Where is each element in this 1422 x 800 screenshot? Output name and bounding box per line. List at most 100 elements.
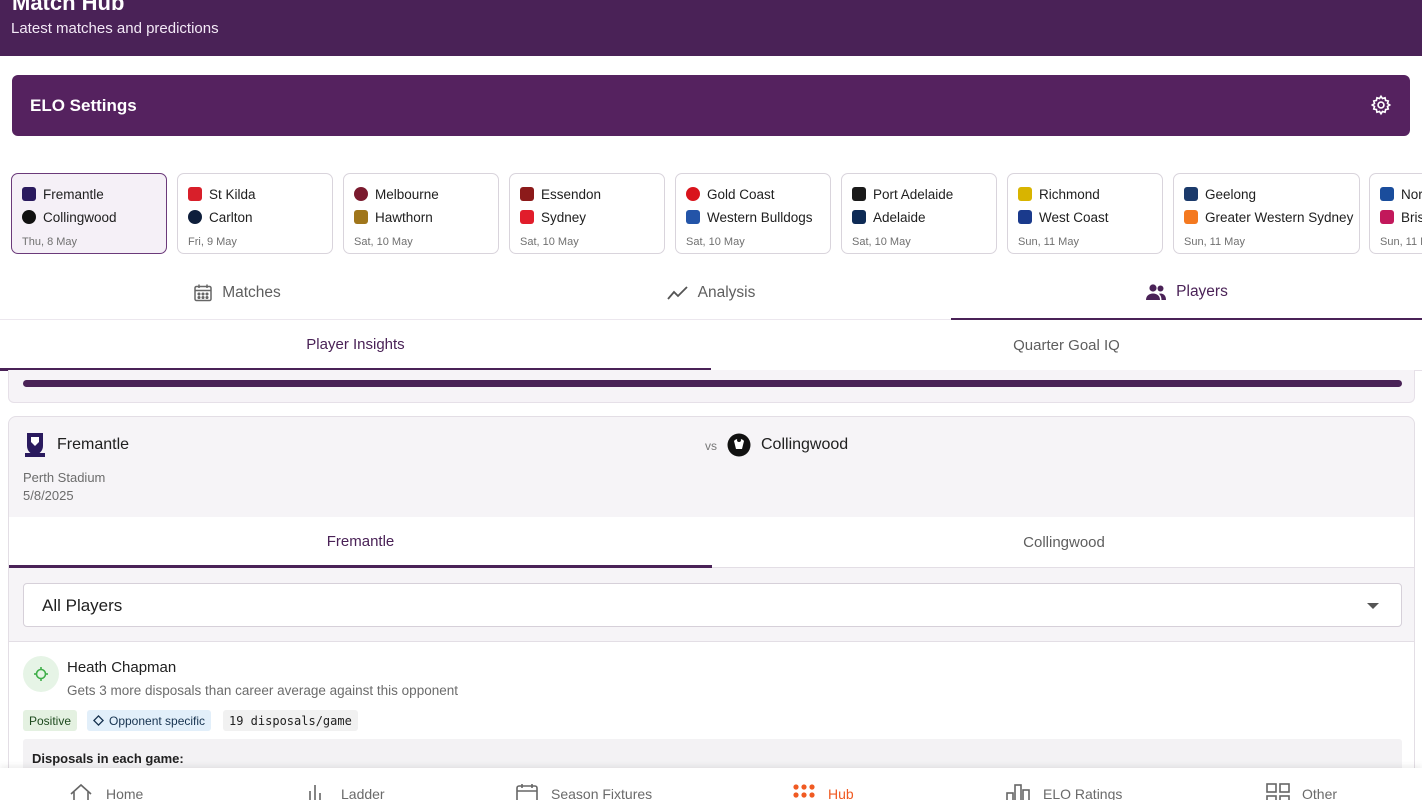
match-date: 5/8/2025 xyxy=(23,488,74,503)
tab-collingwood[interactable]: Collingwood xyxy=(712,517,1414,568)
nav-season-fixtures[interactable]: Season Fixtures xyxy=(515,782,652,800)
tab-label: Analysis xyxy=(697,283,756,301)
tab-label: Players xyxy=(1176,282,1228,300)
match-card[interactable]: Essendon Sydney Sat, 10 May xyxy=(509,173,665,254)
home-team-name: Fremantle xyxy=(57,436,130,453)
collingwood-logo-icon xyxy=(727,433,751,457)
team-logo-icon xyxy=(1184,210,1198,224)
team-logo-icon xyxy=(22,187,36,201)
nav-ladder[interactable]: Ladder xyxy=(307,782,385,800)
match-date: Sun, 11 May xyxy=(1184,236,1245,248)
tab-matches[interactable]: Matches xyxy=(0,265,474,320)
tab-fremantle[interactable]: Fremantle xyxy=(9,517,712,568)
team-logo-icon xyxy=(1184,187,1198,201)
nav-label: Season Fixtures xyxy=(551,786,653,800)
away-team: West Coast xyxy=(1039,209,1109,225)
people-icon xyxy=(1146,283,1167,300)
nav-label: Hub xyxy=(828,786,854,800)
away-team: Hawthorn xyxy=(375,209,433,225)
match-date: Sun, 11 May xyxy=(1018,236,1079,248)
team-logo-icon xyxy=(1018,187,1032,201)
gear-icon[interactable] xyxy=(1370,94,1392,116)
chevron-down-icon xyxy=(1367,603,1379,609)
grid-dots-icon xyxy=(793,784,815,798)
team-logo-icon xyxy=(188,187,202,201)
trend-line-icon xyxy=(666,285,688,300)
match-card[interactable]: St Kilda Carlton Fri, 9 May xyxy=(177,173,333,254)
nav-home[interactable]: Home xyxy=(68,782,143,800)
team-logo-icon xyxy=(852,210,866,224)
team-logo-icon xyxy=(520,187,534,201)
away-team-name: Collingwood xyxy=(761,436,849,453)
home-team: Essendon xyxy=(541,186,602,202)
home-team: Geelong xyxy=(1205,186,1257,202)
home-team: North Melbourne xyxy=(1401,186,1422,202)
away-team: Adelaide xyxy=(873,209,926,225)
diamond-icon xyxy=(93,715,104,726)
tab-quarter-goal-iq[interactable]: Quarter Goal IQ xyxy=(711,320,1422,371)
tab-player-insights[interactable]: Player Insights xyxy=(0,320,711,371)
home-team: Port Adelaide xyxy=(873,186,954,202)
calendar-icon xyxy=(516,784,538,800)
elo-settings-bar[interactable]: ELO Settings xyxy=(12,75,1410,136)
tab-players[interactable]: Players xyxy=(951,265,1422,320)
target-icon xyxy=(23,656,59,692)
calendar-icon xyxy=(194,284,212,301)
team-logo-icon xyxy=(354,210,368,224)
match-card[interactable]: Geelong Greater Western Sydney Sun, 11 M… xyxy=(1173,173,1360,254)
match-date: Sat, 10 May xyxy=(520,236,579,248)
ladder-chart-icon xyxy=(309,785,321,800)
match-card[interactable]: Melbourne Hawthorn Sat, 10 May xyxy=(343,173,499,254)
away-team: Sydney xyxy=(541,209,587,225)
team-logo-icon xyxy=(22,210,36,224)
team-logo-icon xyxy=(354,187,368,201)
home-team-header: Fremantle xyxy=(23,431,129,459)
match-date: Sat, 10 May xyxy=(686,236,745,248)
nav-hub[interactable]: Hub xyxy=(792,782,854,800)
player-name: Heath Chapman xyxy=(67,659,177,676)
nav-label: ELO Ratings xyxy=(1043,786,1123,800)
team-logo-icon xyxy=(686,187,700,201)
nav-elo-ratings[interactable]: ELO Ratings xyxy=(1005,782,1122,800)
team-logo-icon xyxy=(1380,210,1394,224)
fremantle-logo-icon xyxy=(25,433,45,457)
tiles-icon xyxy=(1266,783,1290,800)
tab-label: Matches xyxy=(222,283,281,301)
away-team: Collingwood xyxy=(43,209,117,225)
home-team: Fremantle xyxy=(43,186,104,202)
tab-analysis[interactable]: Analysis xyxy=(474,265,948,320)
main-tabs: Matches Analysis Players xyxy=(0,265,1422,320)
match-card[interactable]: Richmond West Coast Sun, 11 May xyxy=(1007,173,1163,254)
away-team: Brisbane xyxy=(1401,209,1422,225)
team-logo-icon xyxy=(852,187,866,201)
home-team: Melbourne xyxy=(375,186,439,202)
match-card[interactable]: Fremantle Collingwood Thu, 8 May xyxy=(11,173,167,254)
disposals-games-label: Disposals in each game: xyxy=(32,751,184,766)
opponent-specific-badge: Opponent specific xyxy=(87,710,212,731)
team-logo-icon xyxy=(686,210,700,224)
previous-panel xyxy=(8,370,1415,403)
match-date: Sun, 11 May xyxy=(1380,236,1422,248)
away-team: Carlton xyxy=(209,209,253,225)
page-subtitle: Latest matches and predictions xyxy=(11,20,219,37)
match-card[interactable]: North Melbourne Brisbane Sun, 11 May xyxy=(1369,173,1422,254)
nav-label: Home xyxy=(106,786,144,800)
team-tabs: Fremantle Collingwood xyxy=(9,517,1414,568)
team-logo-icon xyxy=(188,210,202,224)
match-insight-card: Fremantle vs Collingwood Perth Stadium 5… xyxy=(8,416,1415,800)
elo-settings-label: ELO Settings xyxy=(30,96,137,115)
match-date: Sat, 10 May xyxy=(852,236,911,248)
team-logo-icon xyxy=(1380,187,1394,201)
stat-badge: 19 disposals/game xyxy=(223,710,358,731)
insight-description: Gets 3 more disposals than career averag… xyxy=(67,683,458,698)
match-date: Thu, 8 May xyxy=(22,236,78,248)
match-strip: Fremantle Collingwood Thu, 8 May St Kild… xyxy=(0,163,1422,263)
away-team-header: Collingwood xyxy=(727,431,848,459)
nav-other[interactable]: Other xyxy=(1266,782,1337,800)
player-filter-value: All Players xyxy=(42,596,123,615)
match-card[interactable]: Port Adelaide Adelaide Sat, 10 May xyxy=(841,173,997,254)
match-card[interactable]: Gold Coast Western Bulldogs Sat, 10 May xyxy=(675,173,831,254)
player-filter-select[interactable]: All Players xyxy=(23,583,1402,627)
home-team: Gold Coast xyxy=(707,186,775,202)
positive-badge: Positive xyxy=(23,710,78,731)
